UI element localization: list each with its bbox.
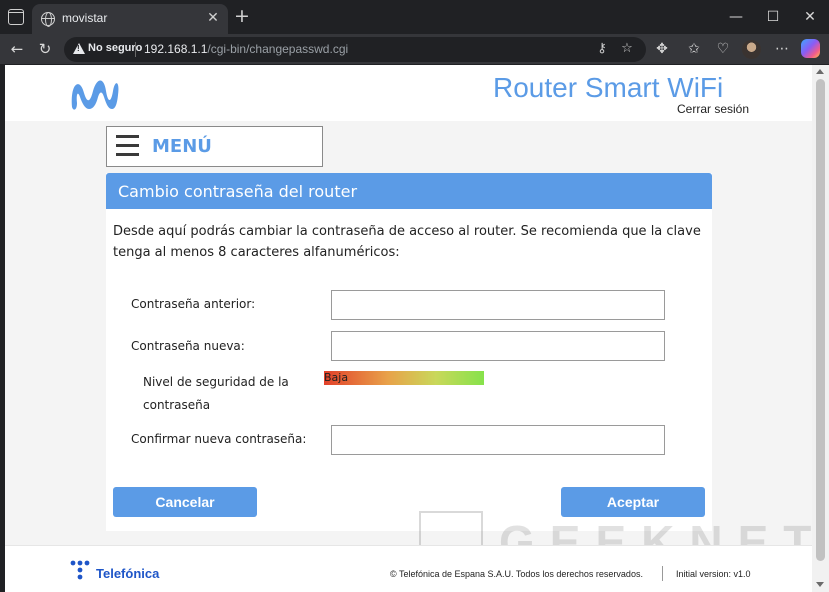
panel-header: Cambio contraseña del router — [106, 173, 712, 209]
page-title: Router Smart WiFi — [493, 72, 724, 103]
copilot-icon[interactable] — [801, 39, 820, 58]
tab-actions-icon[interactable] — [8, 9, 24, 25]
tab-bar: movistar ✕ + — ☐ ✕ — [0, 0, 829, 34]
url-path: /cgi-bin/changepasswd.cgi — [207, 42, 349, 56]
new-password-label: Contraseña nueva: — [131, 339, 245, 353]
menu-label: MENÚ — [152, 136, 212, 157]
heart-pulse-icon[interactable]: ♡ — [712, 38, 734, 60]
strength-value: Baja — [324, 371, 349, 384]
version-text: Initial version: v1.0 — [676, 569, 751, 579]
new-password-input[interactable] — [331, 331, 665, 361]
new-tab-icon[interactable]: + — [232, 6, 252, 26]
copyright-text: © Telefónica de Espana S.A.U. Todos los … — [390, 569, 643, 579]
tab-movistar[interactable]: movistar ✕ — [32, 4, 228, 34]
key-icon[interactable]: ⚷ — [593, 40, 611, 58]
page-scrollbar[interactable] — [812, 65, 829, 592]
navigation-bar: ← ↻ No seguro 192.168.1.1/cgi-bin/change… — [0, 34, 829, 64]
change-password-panel: Cambio contraseña del router Desde aquí … — [106, 173, 712, 531]
scroll-thumb[interactable] — [816, 79, 825, 561]
footer-divider — [662, 566, 663, 581]
strength-label: Nivel de seguridad de la contraseña — [143, 375, 289, 412]
warning-icon — [73, 43, 85, 54]
address-divider — [135, 42, 136, 57]
strength-meter: Baja — [324, 371, 484, 385]
maximize-icon[interactable]: ☐ — [763, 8, 783, 26]
puzzle-icon[interactable]: ✥ — [651, 38, 673, 60]
footer-brand: Telefónica — [96, 566, 160, 581]
site-header: Router Smart WiFi Cerrar sesión — [5, 65, 812, 121]
movistar-logo-icon — [71, 80, 119, 110]
window-close-icon[interactable]: ✕ — [800, 8, 820, 26]
logout-link[interactable]: Cerrar sesión — [677, 102, 749, 116]
globe-icon — [41, 12, 55, 27]
address-bar[interactable]: No seguro 192.168.1.1/cgi-bin/changepass… — [64, 37, 646, 62]
old-password-input[interactable] — [331, 290, 665, 320]
minimize-icon[interactable]: — — [726, 8, 746, 26]
site-footer: Telefónica © Telefónica de Espana S.A.U.… — [5, 545, 812, 592]
scroll-up-icon[interactable] — [816, 69, 824, 74]
panel-title: Cambio contraseña del router — [118, 182, 358, 201]
cancel-button[interactable]: Cancelar — [113, 487, 257, 517]
close-tab-icon[interactable]: ✕ — [204, 9, 222, 27]
old-password-label: Contraseña anterior: — [131, 297, 256, 311]
url-text[interactable]: 192.168.1.1/cgi-bin/changepasswd.cgi — [144, 42, 348, 56]
star-icon[interactable]: ☆ — [618, 40, 636, 58]
more-icon[interactable]: ⋯ — [771, 38, 793, 60]
confirm-password-label: Confirmar nueva contraseña: — [131, 432, 307, 446]
telefonica-logo-icon — [70, 560, 90, 580]
page-viewport: Router Smart WiFi Cerrar sesión MENÚ Cam… — [5, 65, 812, 592]
menu-button[interactable]: MENÚ — [106, 126, 323, 167]
url-host: 192.168.1.1 — [144, 42, 208, 56]
intro-text: Desde aquí podrás cambiar la contraseña … — [113, 224, 701, 260]
scroll-down-icon[interactable] — [816, 582, 824, 587]
back-arrow-icon[interactable]: ← — [6, 38, 28, 60]
confirm-password-input[interactable] — [331, 425, 665, 455]
favorites-icon[interactable]: ✩ — [683, 38, 705, 60]
tab-title: movistar — [62, 11, 108, 25]
accept-button[interactable]: Aceptar — [561, 487, 705, 517]
avatar[interactable] — [742, 40, 761, 59]
hamburger-icon — [116, 135, 139, 157]
reload-icon[interactable]: ↻ — [34, 38, 56, 60]
